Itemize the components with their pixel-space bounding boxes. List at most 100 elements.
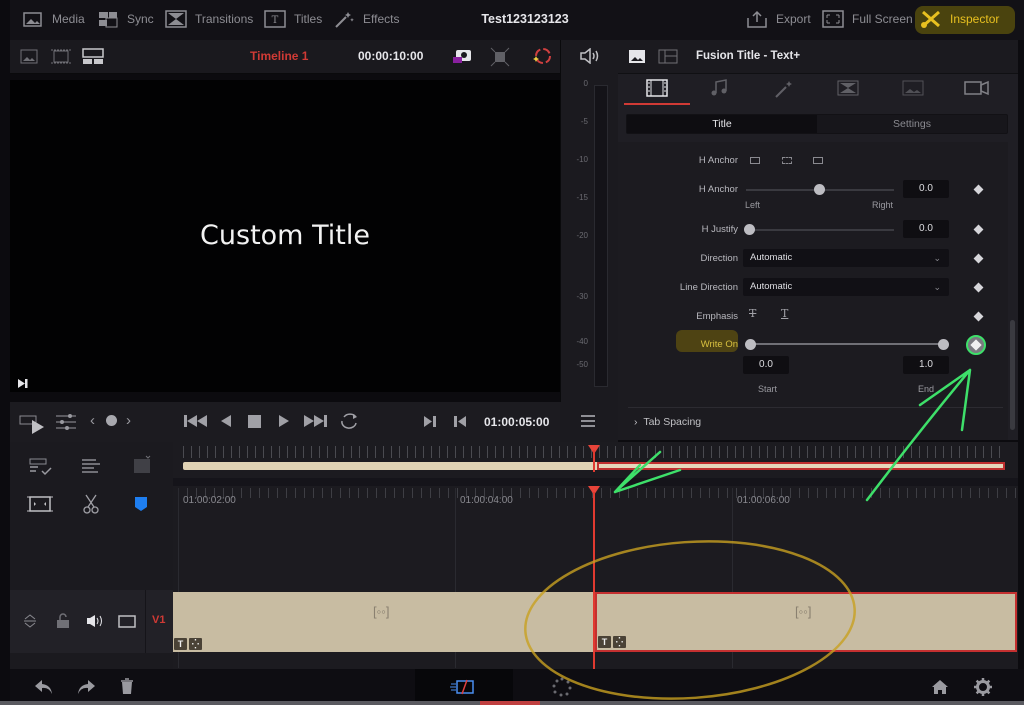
next-edit-icon[interactable] bbox=[423, 415, 437, 428]
adjust-sliders-icon[interactable] bbox=[54, 413, 78, 431]
image-tab-icon[interactable] bbox=[902, 80, 924, 96]
edit-mode-icon[interactable] bbox=[28, 457, 54, 477]
direction-dropdown[interactable]: Automatic ⌄ bbox=[743, 249, 949, 267]
track-video-toggle-icon[interactable] bbox=[118, 615, 136, 628]
h-justify-value[interactable]: 0.0 bbox=[903, 220, 949, 238]
inspector-button[interactable]: Inspector bbox=[920, 10, 999, 28]
panel-layout-icon[interactable] bbox=[658, 49, 678, 64]
fusion-effect-icon: ⁛ bbox=[613, 636, 626, 648]
effects-button[interactable]: Effects bbox=[333, 10, 399, 28]
play-reverse-icon[interactable] bbox=[220, 414, 232, 428]
cut-page-tab[interactable] bbox=[415, 669, 513, 705]
jump-start-icon[interactable] bbox=[184, 414, 208, 428]
titles-button[interactable]: T Titles bbox=[264, 10, 322, 28]
emphasis-keyframe-icon[interactable] bbox=[973, 311, 984, 322]
camera-icon[interactable] bbox=[452, 46, 474, 66]
keyframe-diamond-icon bbox=[970, 339, 982, 351]
transform-icon[interactable] bbox=[490, 47, 510, 67]
add-keyframe-icon[interactable] bbox=[106, 415, 117, 426]
direction-keyframe-icon[interactable] bbox=[973, 253, 984, 264]
settings-segment[interactable]: Settings bbox=[817, 115, 1007, 133]
h-justify-slider-knob[interactable] bbox=[744, 224, 755, 235]
inspector-scrollbar[interactable] bbox=[1010, 320, 1015, 430]
trim-mode-icon[interactable] bbox=[80, 457, 106, 477]
write-on-range-slider[interactable] bbox=[750, 343, 944, 345]
video-inspector-icon[interactable] bbox=[628, 49, 646, 64]
sync-button[interactable]: Sync bbox=[97, 10, 154, 28]
clip-view-options-icon[interactable] bbox=[130, 454, 156, 476]
export-button[interactable]: Export bbox=[746, 10, 811, 28]
h-anchor-left-label: Left bbox=[745, 200, 761, 210]
write-on-keyframe-button[interactable] bbox=[966, 335, 986, 355]
h-anchor-slider-knob[interactable] bbox=[814, 184, 825, 195]
h-anchor-value[interactable]: 0.0 bbox=[903, 180, 949, 198]
meter-scale-label: -40 bbox=[576, 337, 588, 346]
home-icon[interactable] bbox=[931, 679, 949, 695]
line-direction-dropdown[interactable]: Automatic ⌄ bbox=[743, 278, 949, 296]
title-clip[interactable]: [◦◦] T ⁛ bbox=[173, 592, 595, 652]
underline-icon[interactable]: T bbox=[781, 307, 788, 320]
video-preview[interactable]: Custom Title bbox=[10, 80, 560, 392]
timeline-play-icon[interactable] bbox=[18, 412, 46, 434]
color-effects-icon[interactable] bbox=[530, 46, 552, 68]
write-on-start-value[interactable]: 0.0 bbox=[743, 356, 789, 374]
layout-view-icon[interactable] bbox=[82, 48, 104, 65]
speaker-icon[interactable] bbox=[579, 48, 601, 64]
redo-icon[interactable] bbox=[76, 679, 96, 695]
write-on-end-knob[interactable] bbox=[938, 339, 949, 350]
svg-text:T: T bbox=[272, 15, 279, 26]
h-justify-slider[interactable] bbox=[746, 229, 894, 231]
loop-icon[interactable] bbox=[338, 411, 360, 431]
settings-gear-icon[interactable] bbox=[974, 678, 992, 696]
full-screen-button[interactable]: Full Screen bbox=[822, 10, 913, 28]
overview-playhead[interactable] bbox=[593, 450, 595, 472]
title-clip-selected[interactable]: [◦◦] T ⁛ bbox=[595, 592, 1017, 652]
audio-speaker-icon[interactable] bbox=[86, 614, 104, 628]
transition-tab-icon[interactable] bbox=[837, 80, 859, 96]
end-frame-icon[interactable] bbox=[17, 378, 29, 389]
media-button[interactable]: Media bbox=[22, 10, 85, 28]
next-keyframe-icon[interactable]: › bbox=[126, 412, 131, 429]
effects-tab-wand-icon[interactable] bbox=[774, 79, 794, 99]
playhead[interactable] bbox=[593, 492, 595, 669]
line-direction-keyframe-icon[interactable] bbox=[973, 282, 984, 293]
h-justify-keyframe-icon[interactable] bbox=[973, 224, 984, 235]
marker-flag-icon[interactable] bbox=[134, 496, 148, 512]
jump-end-icon[interactable] bbox=[303, 414, 327, 428]
stop-icon[interactable] bbox=[248, 415, 261, 428]
anchor-right-icon[interactable] bbox=[813, 157, 823, 164]
video-tab-film-icon[interactable] bbox=[646, 79, 668, 97]
trash-icon[interactable] bbox=[120, 678, 134, 695]
line-direction-label: Line Direction bbox=[679, 282, 738, 293]
title-segment[interactable]: Title bbox=[627, 115, 817, 133]
audio-tab-music-icon[interactable] bbox=[710, 79, 728, 97]
fusion-effect-icon: ⁛ bbox=[189, 638, 202, 650]
title-parameters: H Anchor H Anchor 0.0 Left Right H Justi… bbox=[618, 142, 1008, 440]
tab-spacing-section[interactable]: › Tab Spacing bbox=[634, 416, 701, 428]
transitions-button[interactable]: Transitions bbox=[165, 10, 253, 28]
anchor-left-icon[interactable] bbox=[750, 157, 760, 164]
prev-keyframe-icon[interactable]: ‹ bbox=[90, 412, 95, 429]
write-on-end-value[interactable]: 1.0 bbox=[903, 356, 949, 374]
timeline-name[interactable]: Timeline 1 bbox=[250, 49, 308, 63]
hamburger-menu-icon[interactable] bbox=[581, 415, 595, 427]
file-tab-camera-icon[interactable] bbox=[964, 79, 990, 97]
anchor-center-icon[interactable] bbox=[782, 157, 792, 164]
prev-edit-icon[interactable] bbox=[453, 415, 467, 428]
h-anchor-label: H Anchor bbox=[698, 184, 738, 195]
clip-view-icon[interactable] bbox=[50, 49, 72, 64]
snapping-icon[interactable] bbox=[26, 494, 54, 514]
lock-open-icon[interactable] bbox=[56, 613, 70, 629]
h-anchor-keyframe-icon[interactable] bbox=[973, 184, 984, 195]
scissors-blade-icon[interactable] bbox=[82, 494, 100, 514]
play-icon[interactable] bbox=[278, 414, 290, 428]
current-timecode[interactable]: 01:00:05:00 bbox=[484, 415, 549, 429]
overview-selected-clip[interactable] bbox=[597, 462, 1005, 470]
meters-menu bbox=[560, 402, 618, 442]
undo-icon[interactable] bbox=[34, 679, 54, 695]
image-view-icon[interactable] bbox=[20, 49, 38, 64]
strikethrough-icon[interactable]: T bbox=[749, 307, 756, 320]
track-height-icon[interactable] bbox=[23, 613, 37, 629]
timeline-divider bbox=[173, 478, 1018, 486]
write-on-start-knob[interactable] bbox=[745, 339, 756, 350]
